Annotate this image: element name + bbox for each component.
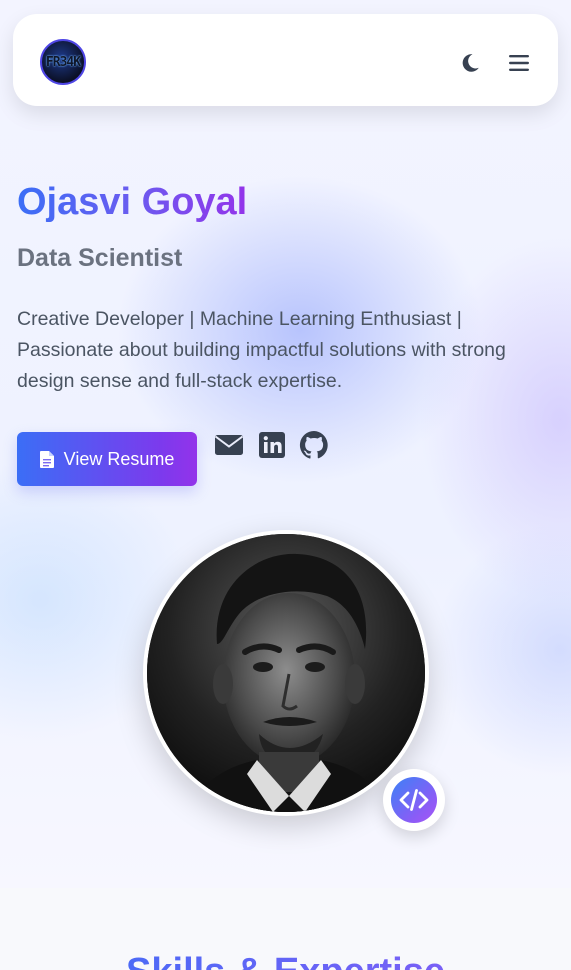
hero-bio: Creative Developer | Machine Learning En…	[17, 308, 506, 392]
code-badge	[383, 769, 445, 831]
moon-icon[interactable]	[458, 51, 482, 75]
view-resume-button[interactable]: View Resume	[17, 432, 197, 486]
hamburger-menu-icon[interactable]	[506, 50, 532, 76]
hero-name: Ojasvi Goyal	[17, 178, 247, 226]
logo[interactable]: FR34K	[40, 39, 86, 85]
envelope-icon[interactable]	[214, 430, 244, 460]
profile-photo-frame	[143, 530, 429, 816]
profile-photo	[147, 534, 425, 812]
document-icon	[39, 450, 54, 468]
skills-title: Skills & Expertise	[0, 950, 571, 970]
linkedin-icon[interactable]	[257, 430, 287, 460]
navbar: FR34K	[13, 14, 558, 106]
view-resume-label: View Resume	[63, 448, 175, 469]
hero-role: Data Scientist	[17, 244, 183, 272]
code-icon	[399, 789, 429, 811]
logo-text: FR34K	[45, 54, 81, 70]
github-icon[interactable]	[299, 430, 329, 460]
